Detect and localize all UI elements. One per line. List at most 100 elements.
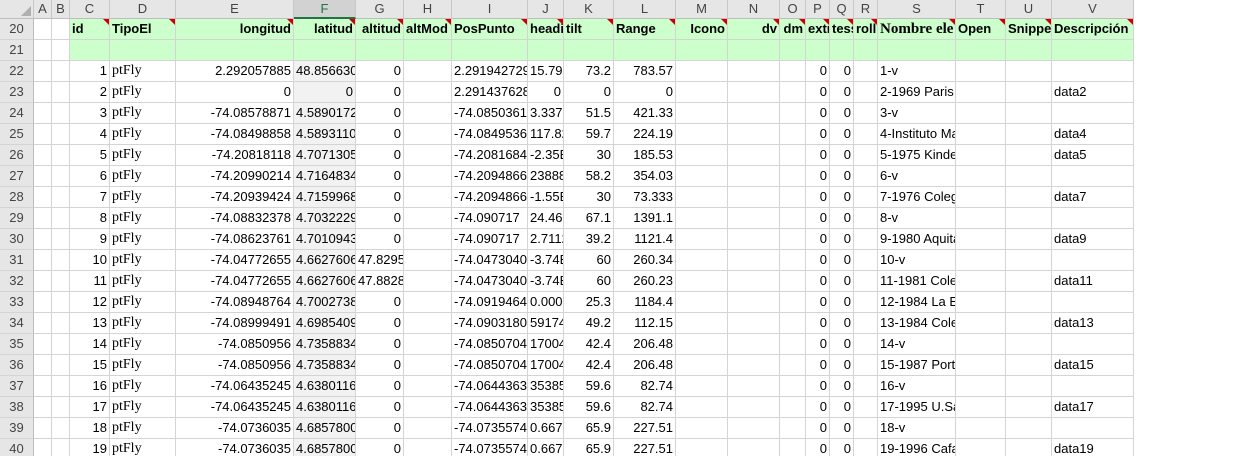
cell-u[interactable] [1006,334,1052,355]
cell-c[interactable]: 1 [70,61,110,82]
cell-a[interactable] [34,208,52,229]
cell-b[interactable] [52,313,70,334]
cell-u[interactable] [1006,124,1052,145]
cell-a[interactable] [34,229,52,250]
cell-a[interactable] [34,145,52,166]
grid-cell[interactable] [1006,40,1052,61]
cell-s[interactable]: 13-1984 Colegio Minuto de Dios [878,313,956,334]
cell-o[interactable] [780,166,806,187]
cell-k[interactable]: 59.7 [564,124,614,145]
cell-g[interactable]: 0 [356,397,404,418]
cell-r[interactable] [854,187,878,208]
cell-p[interactable]: 0 [806,103,830,124]
cell-i[interactable]: -74.0850361 [452,103,528,124]
row-header[interactable]: 20 [0,19,34,40]
grid-cell[interactable] [956,40,1006,61]
cell-i[interactable]: -74.0473040 [452,250,528,271]
cell-p[interactable]: 0 [806,124,830,145]
cell-o[interactable] [780,82,806,103]
cell-g[interactable]: 0 [356,61,404,82]
cell-d[interactable]: ptFly [110,61,176,82]
cell-f[interactable]: 48.85663056 [294,61,356,82]
cell-b[interactable] [52,124,70,145]
cell-o[interactable] [780,229,806,250]
cell-k[interactable]: 58.2 [564,166,614,187]
header-cell-l[interactable]: Range [614,19,676,40]
cell-n[interactable] [728,355,780,376]
header-cell-h[interactable]: altMod [404,19,452,40]
row-header[interactable]: 36 [0,355,34,376]
grid-cell[interactable] [806,40,830,61]
cell-o[interactable] [780,103,806,124]
cell-e[interactable]: -74.08948764 [176,292,294,313]
cell-b[interactable] [52,292,70,313]
cell-l[interactable]: 354.03 [614,166,676,187]
cell-r[interactable] [854,334,878,355]
cell-b[interactable] [52,61,70,82]
cell-b[interactable] [52,208,70,229]
cell-a[interactable] [34,61,52,82]
cell-d[interactable]: ptFly [110,82,176,103]
cell-p[interactable]: 0 [806,292,830,313]
cell-b[interactable] [52,376,70,397]
cell-n[interactable] [728,103,780,124]
cell-f[interactable]: 4.715996823 [294,187,356,208]
cell-c[interactable]: 14 [70,334,110,355]
cell-i[interactable]: -74.20948669 [452,166,528,187]
cell-t[interactable] [956,355,1006,376]
cell-t[interactable] [956,124,1006,145]
cell-v[interactable]: data4 [1052,124,1134,145]
cell-v[interactable] [1052,208,1134,229]
cell-m[interactable] [676,208,728,229]
row-header[interactable]: 29 [0,208,34,229]
row-header[interactable]: 30 [0,229,34,250]
cell-t[interactable] [956,82,1006,103]
cell-v[interactable] [1052,292,1134,313]
row-header[interactable]: 22 [0,61,34,82]
cell-c[interactable]: 4 [70,124,110,145]
cell-j[interactable]: -2.35E-05 [528,145,564,166]
cell-r[interactable] [854,124,878,145]
cell-u[interactable] [1006,145,1052,166]
cell-p[interactable]: 0 [806,313,830,334]
cell-n[interactable] [728,166,780,187]
grid-cell[interactable] [780,40,806,61]
cell-e[interactable]: -74.08498858 [176,124,294,145]
row-header[interactable]: 38 [0,397,34,418]
header-cell-j[interactable]: heading [528,19,564,40]
cell-p[interactable]: 0 [806,208,830,229]
cell-a[interactable] [34,334,52,355]
cell-n[interactable] [728,250,780,271]
cell-h[interactable] [404,355,452,376]
cell-b[interactable] [52,166,70,187]
row-header[interactable]: 28 [0,187,34,208]
cell-b[interactable] [52,397,70,418]
cell-c[interactable]: 11 [70,271,110,292]
cell-v[interactable]: data9 [1052,229,1134,250]
cell-q[interactable]: 0 [830,334,854,355]
cell-l[interactable]: 1391.1 [614,208,676,229]
column-header-v[interactable]: V [1052,0,1134,19]
cell-c[interactable]: 7 [70,187,110,208]
grid-cell[interactable] [830,40,854,61]
cell-v[interactable]: data5 [1052,145,1134,166]
cell-g[interactable]: 0 [356,145,404,166]
cell-m[interactable] [676,145,728,166]
row-header[interactable]: 40 [0,439,34,456]
cell-t[interactable] [956,229,1006,250]
cell-o[interactable] [780,355,806,376]
cell-k[interactable]: 60 [564,271,614,292]
cell-s[interactable]: 16-v [878,376,956,397]
row-header[interactable]: 34 [0,313,34,334]
cell-g[interactable]: 0 [356,124,404,145]
grid-cell[interactable] [854,40,878,61]
cell-v[interactable]: data15 [1052,355,1134,376]
row-header[interactable]: 27 [0,166,34,187]
row-header[interactable]: 25 [0,124,34,145]
cell-v[interactable] [1052,61,1134,82]
row-header[interactable]: 37 [0,376,34,397]
cell-h[interactable] [404,208,452,229]
row-header[interactable]: 23 [0,82,34,103]
cell-p[interactable]: 0 [806,166,830,187]
header-cell-o[interactable]: dm [780,19,806,40]
